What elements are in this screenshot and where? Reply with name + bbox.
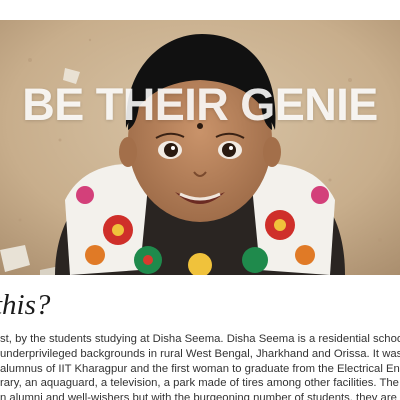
paragraph-line: rary, an aquaguard, a television, a park… [0,377,400,390]
hero-headline: BE THEIR GENIE [22,79,378,130]
paragraph-line: st, by the students studying at Disha Se… [0,333,400,345]
hero-photo [0,20,400,275]
paragraph-line: alumnus of IIT Kharagpur and the first w… [0,362,400,375]
paragraph-line: n alumni and well-wishers but with the b… [0,392,400,400]
section-heading: this? [0,289,51,321]
section-paragraph: st, by the students studying at Disha Se… [0,332,400,400]
hero-banner: BE THEIR GENIE [0,20,400,275]
paragraph-line: underprivileged backgrounds in rural Wes… [0,347,400,360]
